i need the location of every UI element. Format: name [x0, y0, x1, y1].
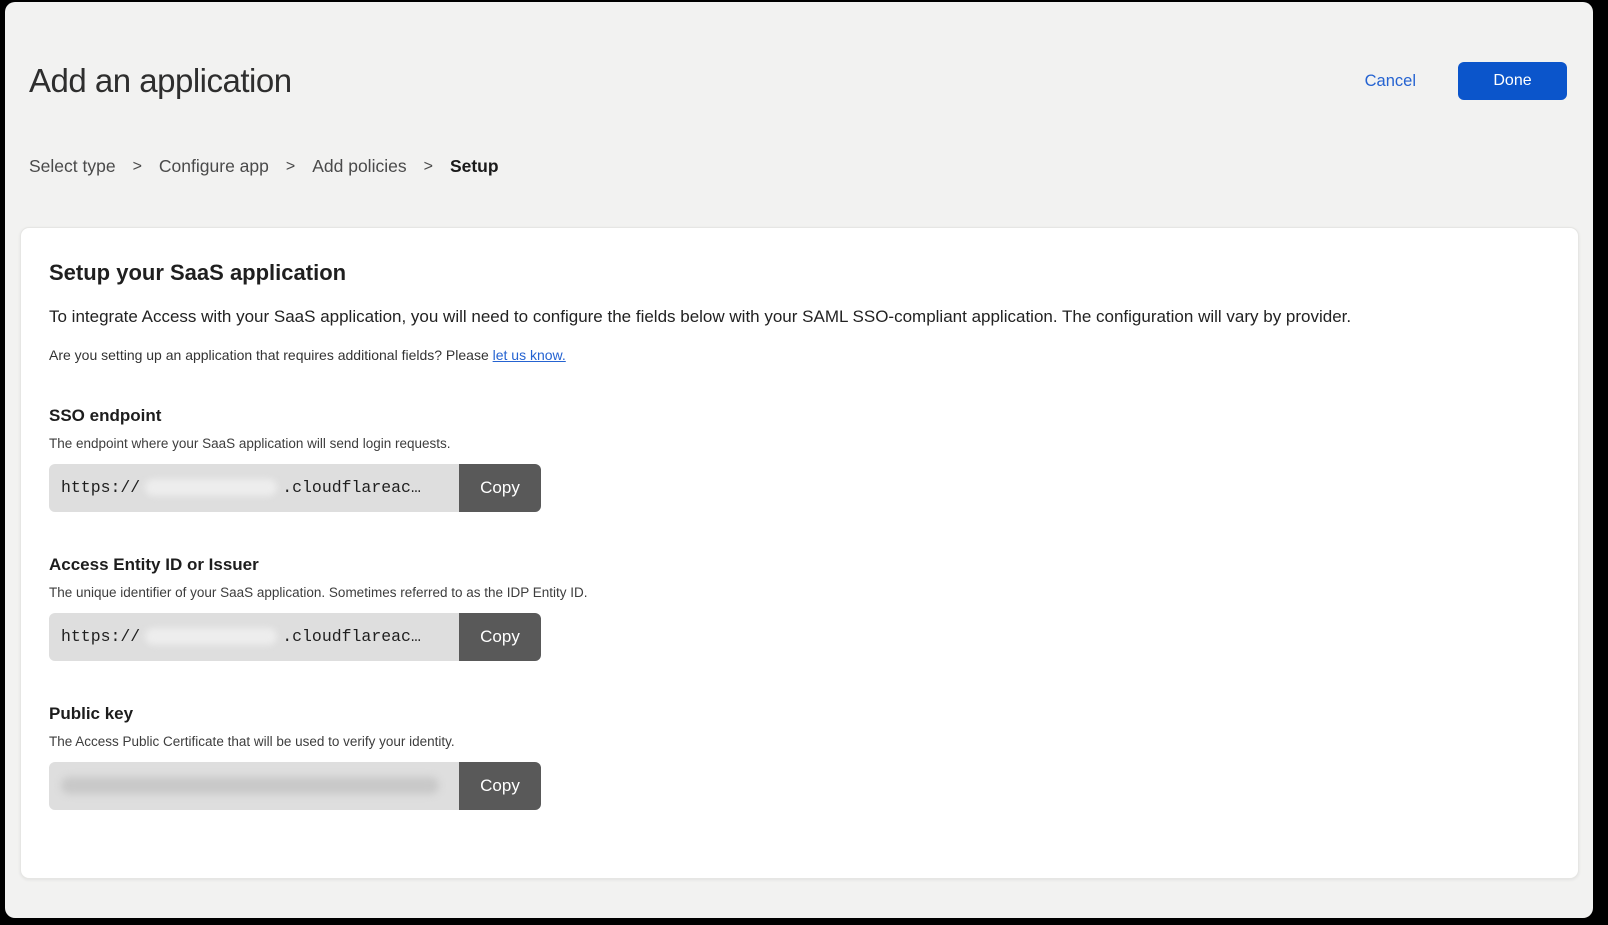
field-access-entity-id: Access Entity ID or Issuer The unique id… [49, 555, 1550, 661]
field-value-row: https:// .cloudflareac… Copy [49, 613, 541, 661]
field-value-row: https:// .cloudflareac… Copy [49, 464, 541, 512]
field-description: The Access Public Certificate that will … [49, 734, 1550, 749]
breadcrumb-separator: > [286, 158, 295, 176]
help-text: Are you setting up an application that r… [49, 347, 493, 363]
value-suffix: .cloudflareac… [282, 627, 421, 646]
page-title: Add an application [29, 62, 292, 100]
breadcrumb: Select type > Configure app > Add polici… [5, 156, 1593, 177]
redacted-value [145, 479, 277, 496]
field-sso-endpoint: SSO endpoint The endpoint where your Saa… [49, 406, 1550, 512]
cancel-button[interactable]: Cancel [1365, 72, 1416, 91]
field-value-row: Copy [49, 762, 541, 810]
copy-sso-endpoint-button[interactable]: Copy [459, 464, 541, 512]
card-help-text: Are you setting up an application that r… [49, 347, 1550, 363]
field-description: The unique identifier of your SaaS appli… [49, 585, 1550, 600]
breadcrumb-step-add-policies: Add policies [312, 156, 406, 177]
breadcrumb-separator: > [424, 158, 433, 176]
value-prefix: https:// [61, 627, 140, 646]
app-window: Add an application Cancel Done Select ty… [5, 2, 1593, 918]
field-label: SSO endpoint [49, 406, 1550, 426]
breadcrumb-step-select-type: Select type [29, 156, 116, 177]
breadcrumb-separator: > [133, 158, 142, 176]
field-label: Public key [49, 704, 1550, 724]
public-key-value [49, 762, 459, 810]
redacted-value [61, 777, 439, 794]
breadcrumb-step-configure-app: Configure app [159, 156, 269, 177]
value-prefix: https:// [61, 478, 140, 497]
access-entity-id-value: https:// .cloudflareac… [49, 613, 459, 661]
field-label: Access Entity ID or Issuer [49, 555, 1550, 575]
copy-access-entity-id-button[interactable]: Copy [459, 613, 541, 661]
field-public-key: Public key The Access Public Certificate… [49, 704, 1550, 810]
page-header: Add an application Cancel Done [5, 2, 1593, 100]
sso-endpoint-value: https:// .cloudflareac… [49, 464, 459, 512]
done-button[interactable]: Done [1458, 62, 1567, 100]
redacted-value [145, 628, 277, 645]
header-actions: Cancel Done [1365, 62, 1567, 100]
card-intro-text: To integrate Access with your SaaS appli… [49, 306, 1550, 329]
copy-public-key-button[interactable]: Copy [459, 762, 541, 810]
field-description: The endpoint where your SaaS application… [49, 436, 1550, 451]
card-heading: Setup your SaaS application [49, 260, 1550, 286]
breadcrumb-step-setup-active: Setup [450, 156, 499, 177]
value-suffix: .cloudflareac… [282, 478, 421, 497]
setup-card: Setup your SaaS application To integrate… [20, 227, 1579, 879]
let-us-know-link[interactable]: let us know. [493, 347, 566, 363]
